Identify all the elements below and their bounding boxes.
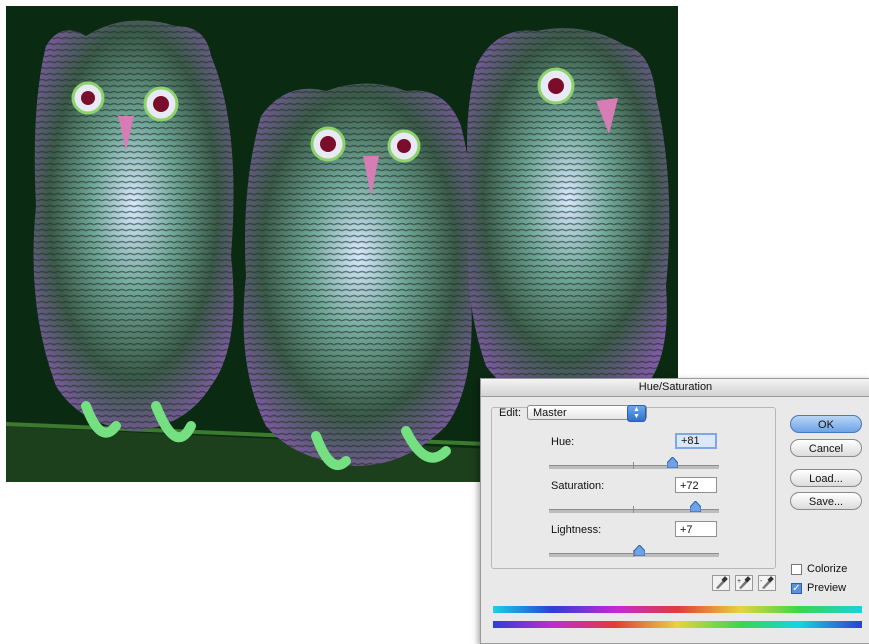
eyedropper-icon[interactable] bbox=[712, 575, 730, 591]
saturation-slider-thumb[interactable] bbox=[689, 501, 701, 512]
output-hue-bar bbox=[493, 621, 862, 628]
edit-label: Edit: bbox=[499, 407, 522, 419]
hue-slider[interactable] bbox=[549, 457, 719, 469]
save-button[interactable]: Save... bbox=[790, 492, 862, 510]
edit-select[interactable]: Master ▲ ▼ bbox=[527, 405, 647, 422]
svg-text:+: + bbox=[737, 578, 741, 585]
select-arrows-icon: ▲ ▼ bbox=[627, 405, 646, 422]
hue-slider-thumb[interactable] bbox=[666, 457, 678, 468]
lightness-value-input[interactable]: +7 bbox=[675, 521, 717, 537]
cancel-button[interactable]: Cancel bbox=[790, 439, 862, 457]
eyedropper-plus-icon[interactable]: + bbox=[735, 575, 753, 591]
lightness-slider-thumb[interactable] bbox=[634, 545, 646, 556]
edit-select-value: Master bbox=[533, 407, 567, 419]
lightness-slider[interactable] bbox=[549, 545, 719, 557]
eyedropper-minus-icon[interactable]: - bbox=[758, 575, 776, 591]
dialog-title[interactable]: Hue/Saturation bbox=[481, 379, 869, 397]
ok-button[interactable]: OK bbox=[790, 415, 862, 433]
hue-value-input[interactable]: +81 bbox=[675, 433, 717, 449]
saturation-label: Saturation: bbox=[551, 480, 605, 492]
load-button[interactable]: Load... bbox=[790, 469, 862, 487]
hue-label: Hue: bbox=[551, 436, 575, 448]
svg-text:-: - bbox=[760, 578, 763, 585]
colorize-label: Colorize bbox=[807, 563, 848, 575]
hue-slider-center-tick bbox=[633, 462, 634, 469]
lightness-label: Lightness: bbox=[551, 524, 602, 536]
preview-checkbox[interactable]: ✓ bbox=[791, 583, 802, 594]
saturation-value-input[interactable]: +72 bbox=[675, 477, 717, 493]
input-hue-bar bbox=[493, 606, 862, 613]
hue-saturation-dialog: Hue/Saturation Edit: Master ▲ ▼ Hue: +81 … bbox=[480, 378, 869, 644]
preview-label: Preview bbox=[807, 582, 847, 594]
saturation-slider-center-tick bbox=[633, 506, 634, 513]
colorize-checkbox[interactable] bbox=[791, 564, 802, 575]
saturation-slider[interactable] bbox=[549, 501, 719, 513]
